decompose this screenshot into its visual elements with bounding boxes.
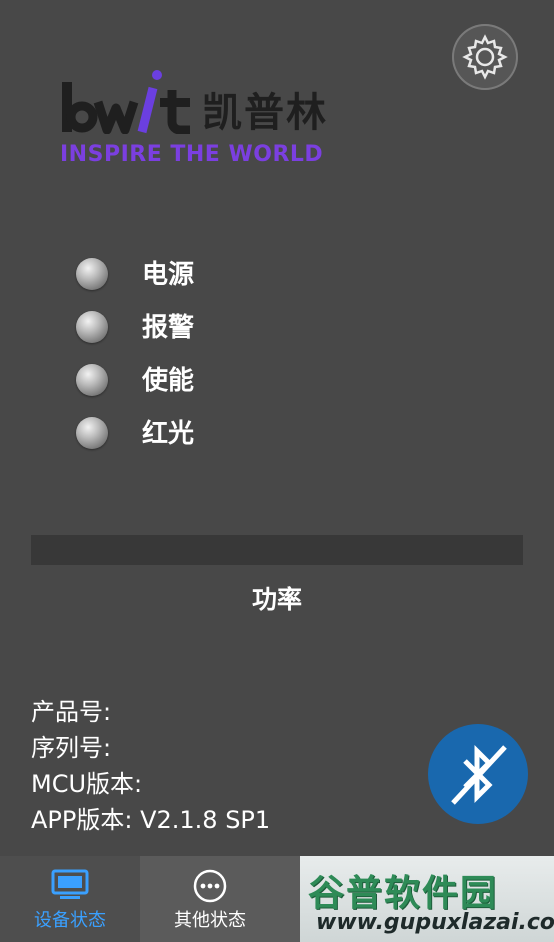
- brand-slogan: INSPIRE THE WORLD: [60, 142, 324, 167]
- watermark: 谷普软件园 www.gupuxlazai.com: [300, 856, 554, 942]
- power-label: 功率: [251, 585, 302, 614]
- serial-number: 序列号:: [31, 734, 112, 762]
- more-dots-icon: [193, 869, 227, 903]
- app-version: APP版本: V2.1.8 SP1: [31, 806, 271, 834]
- status-led: [76, 364, 108, 396]
- mcu-version: MCU版本:: [31, 770, 143, 798]
- settings-button[interactable]: [452, 24, 518, 90]
- tab-label: 其他状态: [174, 910, 246, 931]
- bwt-logo-mark: [62, 70, 190, 134]
- gear-icon: [462, 34, 508, 80]
- bluetooth-off-icon: [451, 744, 507, 805]
- status-led: [76, 417, 108, 449]
- product-number: 产品号:: [31, 698, 112, 726]
- power-progress-bar: [31, 535, 523, 565]
- watermark-cn: 谷普软件园: [308, 873, 499, 914]
- tab-label: 设备状态: [34, 910, 106, 931]
- status-label: 红光: [142, 419, 195, 449]
- status-label: 报警: [142, 313, 195, 343]
- status-label: 电源: [142, 260, 195, 290]
- monitor-icon: [51, 869, 89, 899]
- tab-device-status[interactable]: 设备状态: [0, 856, 140, 942]
- status-label: 使能: [142, 366, 195, 396]
- brand-cn-name: 凯普林: [202, 90, 328, 136]
- brand-logo: 凯普林 INSPIRE THE WORLD: [60, 70, 350, 170]
- tab-other-status[interactable]: 其他状态: [140, 856, 280, 942]
- device-info: 产品号: 序列号: MCU版本: APP版本: V2.1.8 SP1: [31, 694, 270, 838]
- status-led: [76, 311, 108, 343]
- status-led: [76, 258, 108, 290]
- bluetooth-button[interactable]: [428, 724, 528, 824]
- watermark-url: www.gupuxlazai.com: [316, 910, 554, 935]
